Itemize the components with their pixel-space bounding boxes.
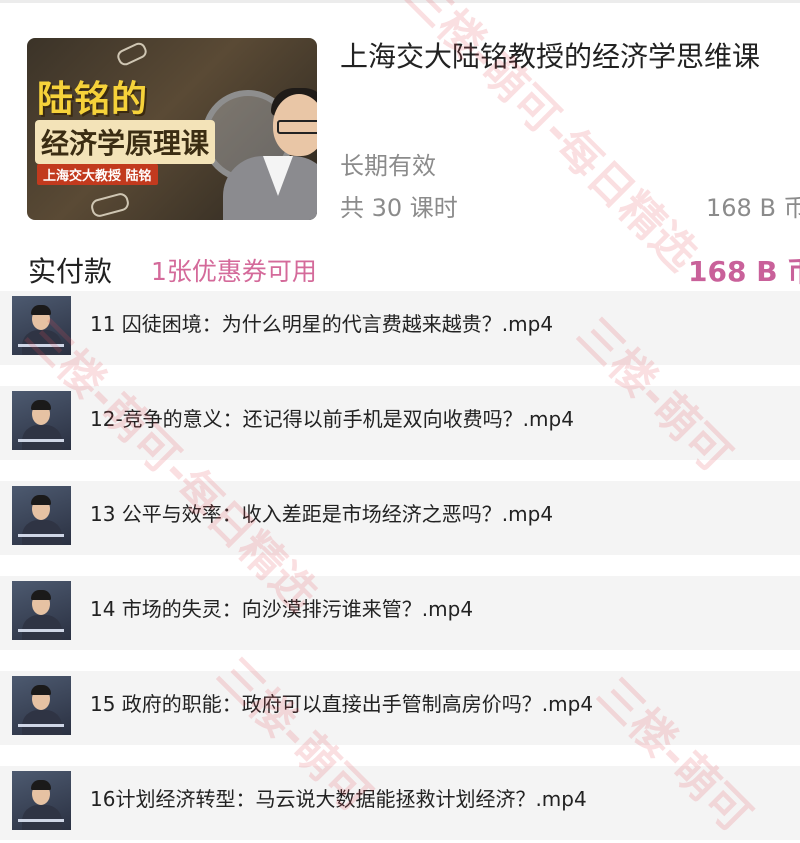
paperclip-icon: [115, 40, 149, 68]
course-header: 陆铭的 经济学原理课 上海交大教授 陆铭 上海交大陆铭教授的经济学思维课 长期有…: [0, 0, 800, 240]
video-thumbnail: [12, 296, 71, 355]
cover-title-line1: 陆铭的: [37, 79, 149, 120]
file-name: 13 公平与效率：收入差距是市场经济之恶吗？.mp4: [90, 502, 554, 526]
paperclip-icon: [89, 191, 131, 219]
video-thumbnail: [12, 676, 71, 735]
list-item[interactable]: 12-竞争的意义：还记得以前手机是双向收费吗？.mp4: [0, 386, 800, 460]
video-thumbnail: [12, 581, 71, 640]
amount-due-price: 168 B 币: [688, 255, 800, 288]
course-cover-image[interactable]: 陆铭的 经济学原理课 上海交大教授 陆铭: [27, 38, 317, 220]
course-price: 168 B 币: [706, 194, 800, 222]
validity-text: 长期有效: [340, 152, 436, 180]
glasses-icon: [277, 120, 317, 134]
course-title[interactable]: 上海交大陆铭教授的经济学思维课: [340, 38, 790, 76]
lesson-count: 共 30 课时: [340, 194, 458, 222]
file-name: 14 市场的失灵：向沙漠排污谁来管？.mp4: [90, 597, 474, 621]
video-thumbnail: [12, 486, 71, 545]
list-item[interactable]: 11 囚徒困境：为什么明星的代言费越来越贵？.mp4: [0, 291, 800, 365]
file-name: 16计划经济转型：马云说大数据能拯救计划经济？.mp4: [90, 787, 587, 811]
list-item[interactable]: 15 政府的职能：政府可以直接出手管制高房价吗？.mp4: [0, 671, 800, 745]
list-item[interactable]: 13 公平与效率：收入差距是市场经济之恶吗？.mp4: [0, 481, 800, 555]
file-name: 15 政府的职能：政府可以直接出手管制高房价吗？.mp4: [90, 692, 594, 716]
list-item[interactable]: 16计划经济转型：马云说大数据能拯救计划经济？.mp4: [0, 766, 800, 840]
coupon-link[interactable]: 1张优惠券可用: [151, 252, 317, 288]
video-thumbnail: [12, 391, 71, 450]
file-name: 12-竞争的意义：还记得以前手机是双向收费吗？.mp4: [90, 407, 574, 431]
cover-subtitle: 上海交大教授 陆铭: [37, 164, 158, 185]
cover-title-line2: 经济学原理课: [35, 120, 216, 164]
video-thumbnail: [12, 771, 71, 830]
amount-due-label: 实付款: [28, 255, 113, 288]
list-item[interactable]: 14 市场的失灵：向沙漠排污谁来管？.mp4: [0, 576, 800, 650]
file-name: 11 囚徒困境：为什么明星的代言费越来越贵？.mp4: [90, 312, 554, 336]
